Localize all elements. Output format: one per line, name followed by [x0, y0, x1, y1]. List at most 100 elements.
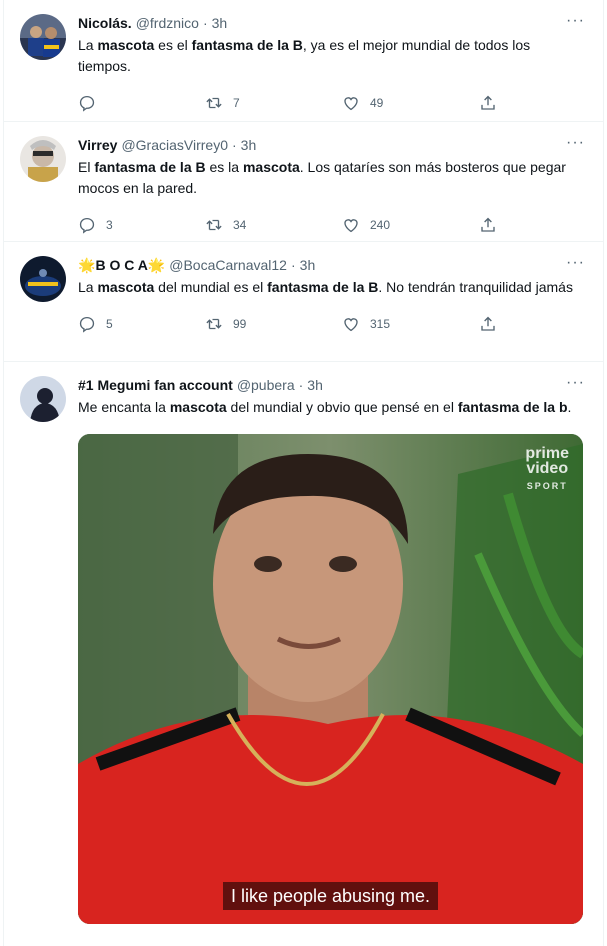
more-icon[interactable]: ··· — [566, 135, 585, 151]
retweet-count: 7 — [233, 96, 240, 110]
separator: · — [290, 257, 296, 273]
text-segment-bold: mascota — [97, 37, 155, 53]
text-segment-bold: mascota — [97, 279, 155, 295]
separator: · — [232, 137, 237, 153]
share-button[interactable] — [479, 94, 497, 112]
separator: · — [298, 377, 304, 393]
text-segment: es el — [154, 37, 192, 53]
tweet-video[interactable]: prime video SPORT I like people abusing … — [78, 434, 583, 924]
text-segment: . — [567, 399, 572, 415]
retweet-button[interactable]: 34 — [205, 216, 342, 234]
avatar[interactable] — [20, 14, 66, 60]
brand-line: prime — [525, 445, 569, 462]
user-handle[interactable]: @BocaCarnaval12 — [169, 256, 287, 274]
display-name[interactable]: #1 Megumi fan account — [78, 376, 233, 394]
retweet-icon — [206, 318, 222, 330]
tweet-header: Virrey @GraciasVirrey0 · 3h — [78, 136, 587, 154]
tweet-text: La mascota es el fantasma de la B, ya es… — [78, 35, 587, 77]
text-segment: La — [78, 279, 98, 295]
more-icon[interactable]: ··· — [566, 375, 585, 391]
like-button[interactable]: 315 — [342, 315, 479, 333]
like-count: 240 — [370, 218, 391, 232]
like-icon — [344, 219, 358, 233]
brand-line: video — [526, 460, 569, 477]
text-segment-bold: fantasma de la B — [267, 279, 379, 295]
more-icon[interactable]: ··· — [566, 13, 585, 29]
separator: · — [202, 15, 208, 31]
tweet-actions: 5 99 315 — [78, 304, 587, 344]
share-icon — [481, 217, 495, 232]
reply-count: 5 — [106, 317, 113, 331]
text-segment: del mundial es el — [154, 279, 268, 295]
avatar[interactable] — [20, 256, 66, 302]
share-button[interactable] — [479, 216, 497, 234]
text-segment: del mundial y obvio que pensé en el — [226, 399, 458, 415]
avatar[interactable] — [20, 136, 66, 182]
reply-count: 3 — [106, 218, 113, 232]
tweet[interactable]: Virrey @GraciasVirrey0 · 3h ··· El fanta… — [4, 122, 603, 242]
like-count: 49 — [370, 96, 384, 110]
like-button[interactable]: 240 — [342, 216, 479, 234]
tweet[interactable]: #1 Megumi fan account @pubera · 3h ··· M… — [4, 362, 603, 946]
timestamp[interactable]: 3h — [300, 256, 316, 274]
text-segment: La — [78, 37, 98, 53]
star-emoji-icon: 🌟 — [147, 257, 166, 273]
reply-icon — [79, 316, 95, 333]
tweet-header: 🌟 B O C A 🌟 @BocaCarnaval12 · 3h — [78, 256, 587, 274]
reply-icon — [79, 217, 95, 234]
retweet-count: 34 — [233, 218, 247, 232]
tweet-text: Me encanta la mascota del mundial y obvi… — [78, 397, 587, 418]
retweet-icon — [206, 219, 222, 231]
more-icon[interactable]: ··· — [566, 255, 585, 271]
like-count: 315 — [370, 317, 391, 331]
tweet[interactable]: Nicolás. @frdznico · 3h ··· La mascota e… — [4, 0, 603, 122]
tweet-header: Nicolás. @frdznico · 3h — [78, 14, 587, 32]
prime-video-logo: prime video SPORT — [525, 446, 569, 494]
like-icon — [344, 97, 358, 111]
user-handle[interactable]: @frdznico — [136, 14, 199, 32]
timestamp[interactable]: 3h — [241, 136, 257, 154]
retweet-icon — [206, 97, 222, 109]
tweet-actions: 7 49 — [78, 83, 587, 123]
reply-button[interactable] — [78, 94, 205, 112]
like-icon — [344, 318, 358, 332]
tweet-text: El fantasma de la B es la mascota. Los q… — [78, 157, 587, 199]
subtitle-text: I like people abusing me. — [222, 882, 439, 910]
text-segment-bold: fantasma de la B — [191, 37, 303, 53]
timeline: Nicolás. @frdznico · 3h ··· La mascota e… — [3, 0, 604, 946]
display-name[interactable]: Nicolás. — [78, 14, 132, 32]
text-segment-bold: fantasma de la B — [94, 159, 206, 175]
retweet-button[interactable]: 7 — [205, 94, 342, 112]
tweet[interactable]: 🌟 B O C A 🌟 @BocaCarnaval12 · 3h ··· La … — [4, 242, 603, 362]
display-name[interactable]: Virrey — [78, 136, 117, 154]
tweet-header: #1 Megumi fan account @pubera · 3h — [78, 376, 587, 394]
text-segment-bold: fantasma de la b — [457, 399, 568, 415]
user-handle[interactable]: @pubera — [237, 376, 295, 394]
share-icon — [481, 95, 495, 110]
display-name[interactable]: B O C A — [95, 256, 147, 274]
retweet-button[interactable]: 99 — [205, 315, 342, 333]
timestamp[interactable]: 3h — [212, 14, 228, 32]
tweet-actions: 3 34 240 — [78, 205, 587, 245]
avatar[interactable] — [20, 376, 66, 422]
text-segment: El — [78, 159, 95, 175]
share-button[interactable] — [479, 315, 497, 333]
share-icon — [481, 316, 495, 331]
tweet-text: La mascota del mundial es el fantasma de… — [78, 277, 587, 298]
text-segment: Me encanta la — [78, 399, 170, 415]
reply-icon — [79, 95, 95, 112]
reply-button[interactable]: 5 — [78, 315, 205, 333]
timestamp[interactable]: 3h — [307, 376, 323, 394]
text-segment: . No tendrán tranquilidad jamás — [378, 279, 573, 295]
text-segment-bold: mascota — [242, 159, 300, 175]
retweet-count: 99 — [233, 317, 247, 331]
reply-button[interactable]: 3 — [78, 216, 205, 234]
text-segment: es la — [205, 159, 243, 175]
text-segment-bold: mascota — [169, 399, 227, 415]
star-emoji-icon: 🌟 — [78, 257, 96, 273]
user-handle[interactable]: @GraciasVirrey0 — [121, 136, 228, 154]
video-subtitle: I like people abusing me. — [78, 882, 583, 910]
brand-line: SPORT — [526, 481, 568, 491]
video-frame — [78, 434, 583, 924]
like-button[interactable]: 49 — [342, 94, 479, 112]
